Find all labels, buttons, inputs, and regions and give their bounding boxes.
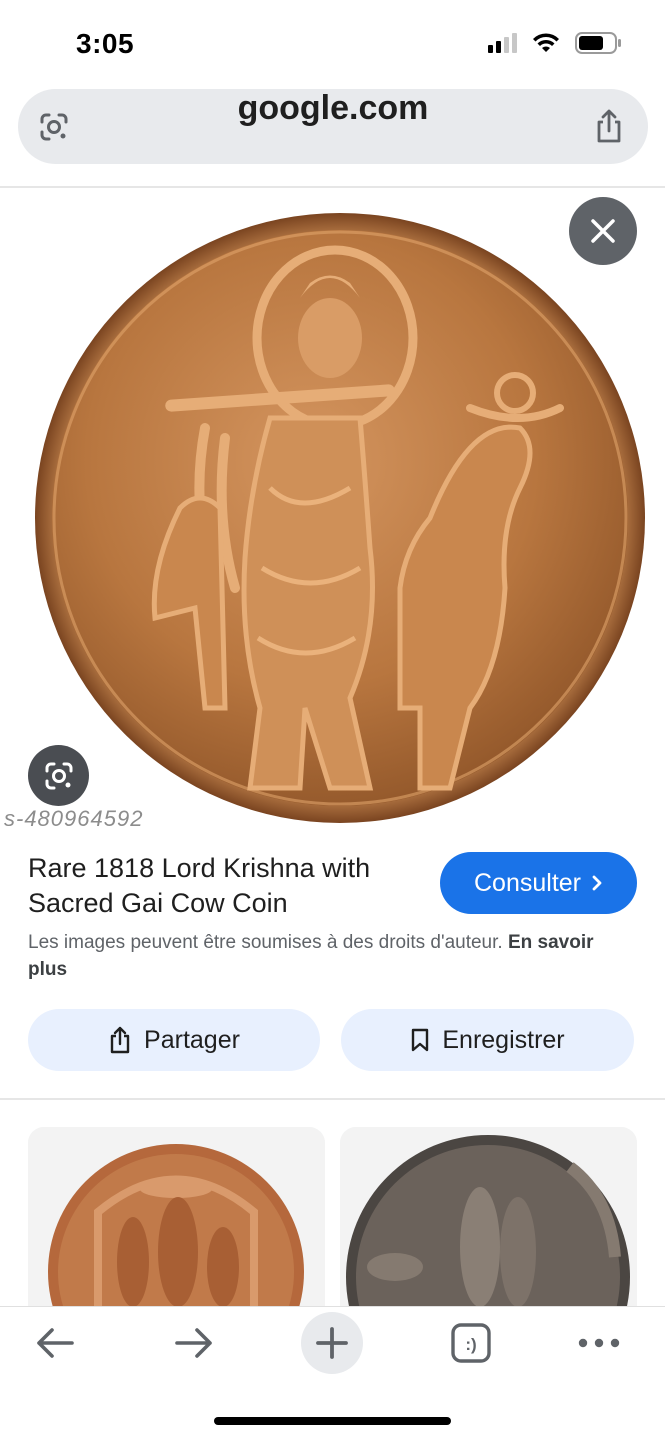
- main-image[interactable]: [0, 188, 665, 832]
- more-button[interactable]: [568, 1312, 630, 1374]
- back-arrow-icon: [37, 1328, 74, 1358]
- back-button[interactable]: [24, 1312, 86, 1374]
- url-domain[interactable]: google.com: [18, 89, 648, 128]
- cellular-signal-icon: [488, 33, 517, 53]
- forward-button[interactable]: [163, 1312, 225, 1374]
- new-tab-button[interactable]: [301, 1312, 363, 1374]
- status-bar: 3:05: [0, 0, 665, 88]
- coin-image: [35, 213, 645, 823]
- tabs-count-glyph: :): [465, 1335, 476, 1354]
- battery-icon: [575, 32, 621, 54]
- url-bar[interactable]: google.com: [18, 89, 648, 164]
- status-time: 3:05: [76, 28, 135, 59]
- copyright-text: Les images peuvent être soumises à des d…: [28, 932, 503, 953]
- close-button[interactable]: [569, 197, 637, 265]
- forward-arrow-icon: [175, 1328, 212, 1358]
- related-image[interactable]: [340, 1127, 637, 1307]
- image-watermark: s-480964592: [4, 806, 144, 831]
- divider: [0, 1098, 665, 1100]
- share-button-label: Partager: [144, 1025, 240, 1054]
- related-image[interactable]: [28, 1127, 325, 1307]
- close-icon: [591, 219, 615, 243]
- result-title[interactable]: Rare 1818 Lord Krishna with Sacred Gai C…: [28, 851, 418, 921]
- lens-search-button[interactable]: [28, 745, 89, 806]
- google-lens-icon: [45, 762, 72, 789]
- status-icons: [488, 32, 621, 54]
- copyright-notice: Les images peuvent être soumises à des d…: [28, 929, 618, 983]
- home-indicator[interactable]: [214, 1417, 451, 1425]
- share-icon[interactable]: [592, 108, 626, 144]
- tabs-icon: :): [451, 1323, 491, 1363]
- wifi-icon: [533, 33, 559, 52]
- visit-button[interactable]: Consulter: [440, 852, 637, 914]
- chevron-right-icon: [592, 875, 602, 891]
- related-coin-image: [28, 1127, 325, 1307]
- save-button-label: Enregistrer: [442, 1025, 565, 1054]
- plus-icon: [316, 1327, 348, 1359]
- save-button[interactable]: Enregistrer: [341, 1009, 634, 1071]
- tab-switcher-button[interactable]: :): [440, 1312, 502, 1374]
- visit-button-label: Consulter: [474, 868, 581, 897]
- related-coin-image: [340, 1127, 637, 1307]
- bookmark-icon: [412, 1028, 429, 1052]
- more-icon: [578, 1338, 620, 1348]
- share-icon: [110, 1026, 130, 1054]
- share-button[interactable]: Partager: [28, 1009, 320, 1071]
